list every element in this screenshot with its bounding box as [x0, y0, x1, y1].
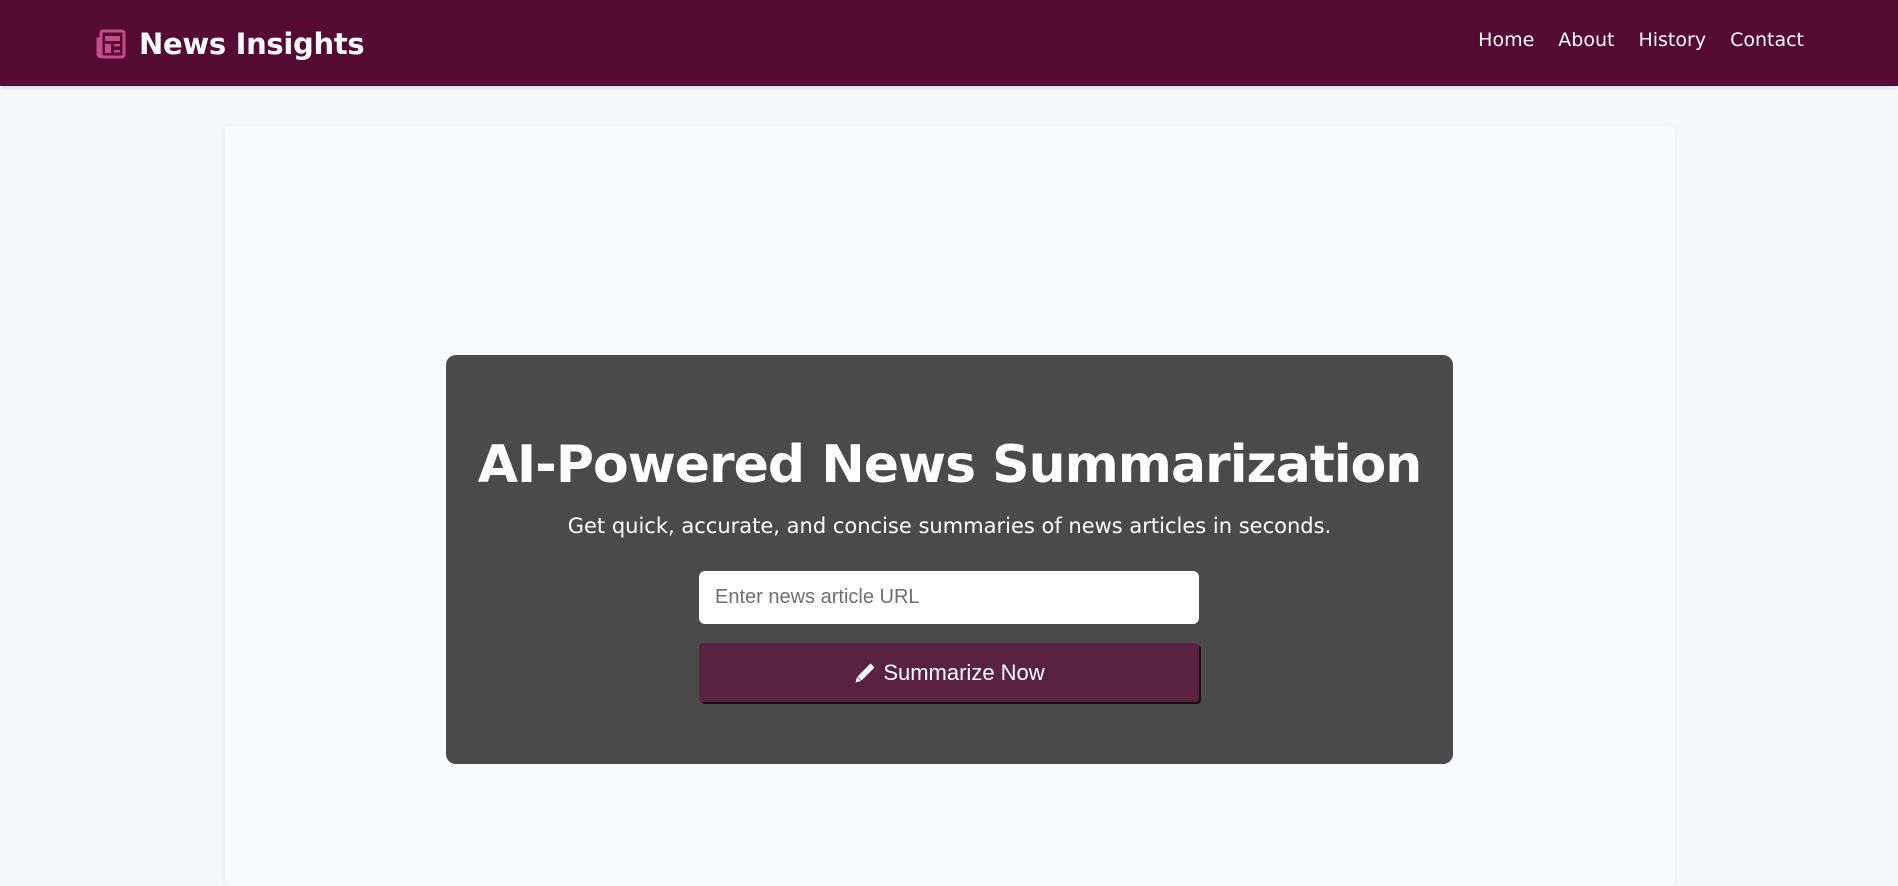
- nav-link-about[interactable]: About: [1558, 29, 1614, 51]
- brand-title: News Insights: [139, 27, 365, 61]
- newspaper-icon: [95, 28, 127, 60]
- url-input[interactable]: [699, 571, 1199, 624]
- summarize-button[interactable]: Summarize Now: [699, 643, 1199, 702]
- summarize-button-label: Summarize Now: [883, 659, 1045, 685]
- hero-subtitle: Get quick, accurate, and concise summari…: [567, 514, 1332, 538]
- brand[interactable]: News Insights: [95, 24, 365, 64]
- hero-section: AI-Powered News Summarization Get quick,…: [446, 355, 1453, 764]
- top-navbar: News Insights Home About History Contact: [0, 0, 1898, 86]
- nav-links: Home About History Contact: [1478, 29, 1804, 51]
- nav-link-history[interactable]: History: [1638, 29, 1706, 51]
- nav-link-contact[interactable]: Contact: [1730, 29, 1804, 51]
- nav-link-home[interactable]: Home: [1478, 29, 1534, 51]
- hero-title: AI-Powered News Summarization: [477, 435, 1423, 495]
- pencil-icon: [853, 661, 877, 685]
